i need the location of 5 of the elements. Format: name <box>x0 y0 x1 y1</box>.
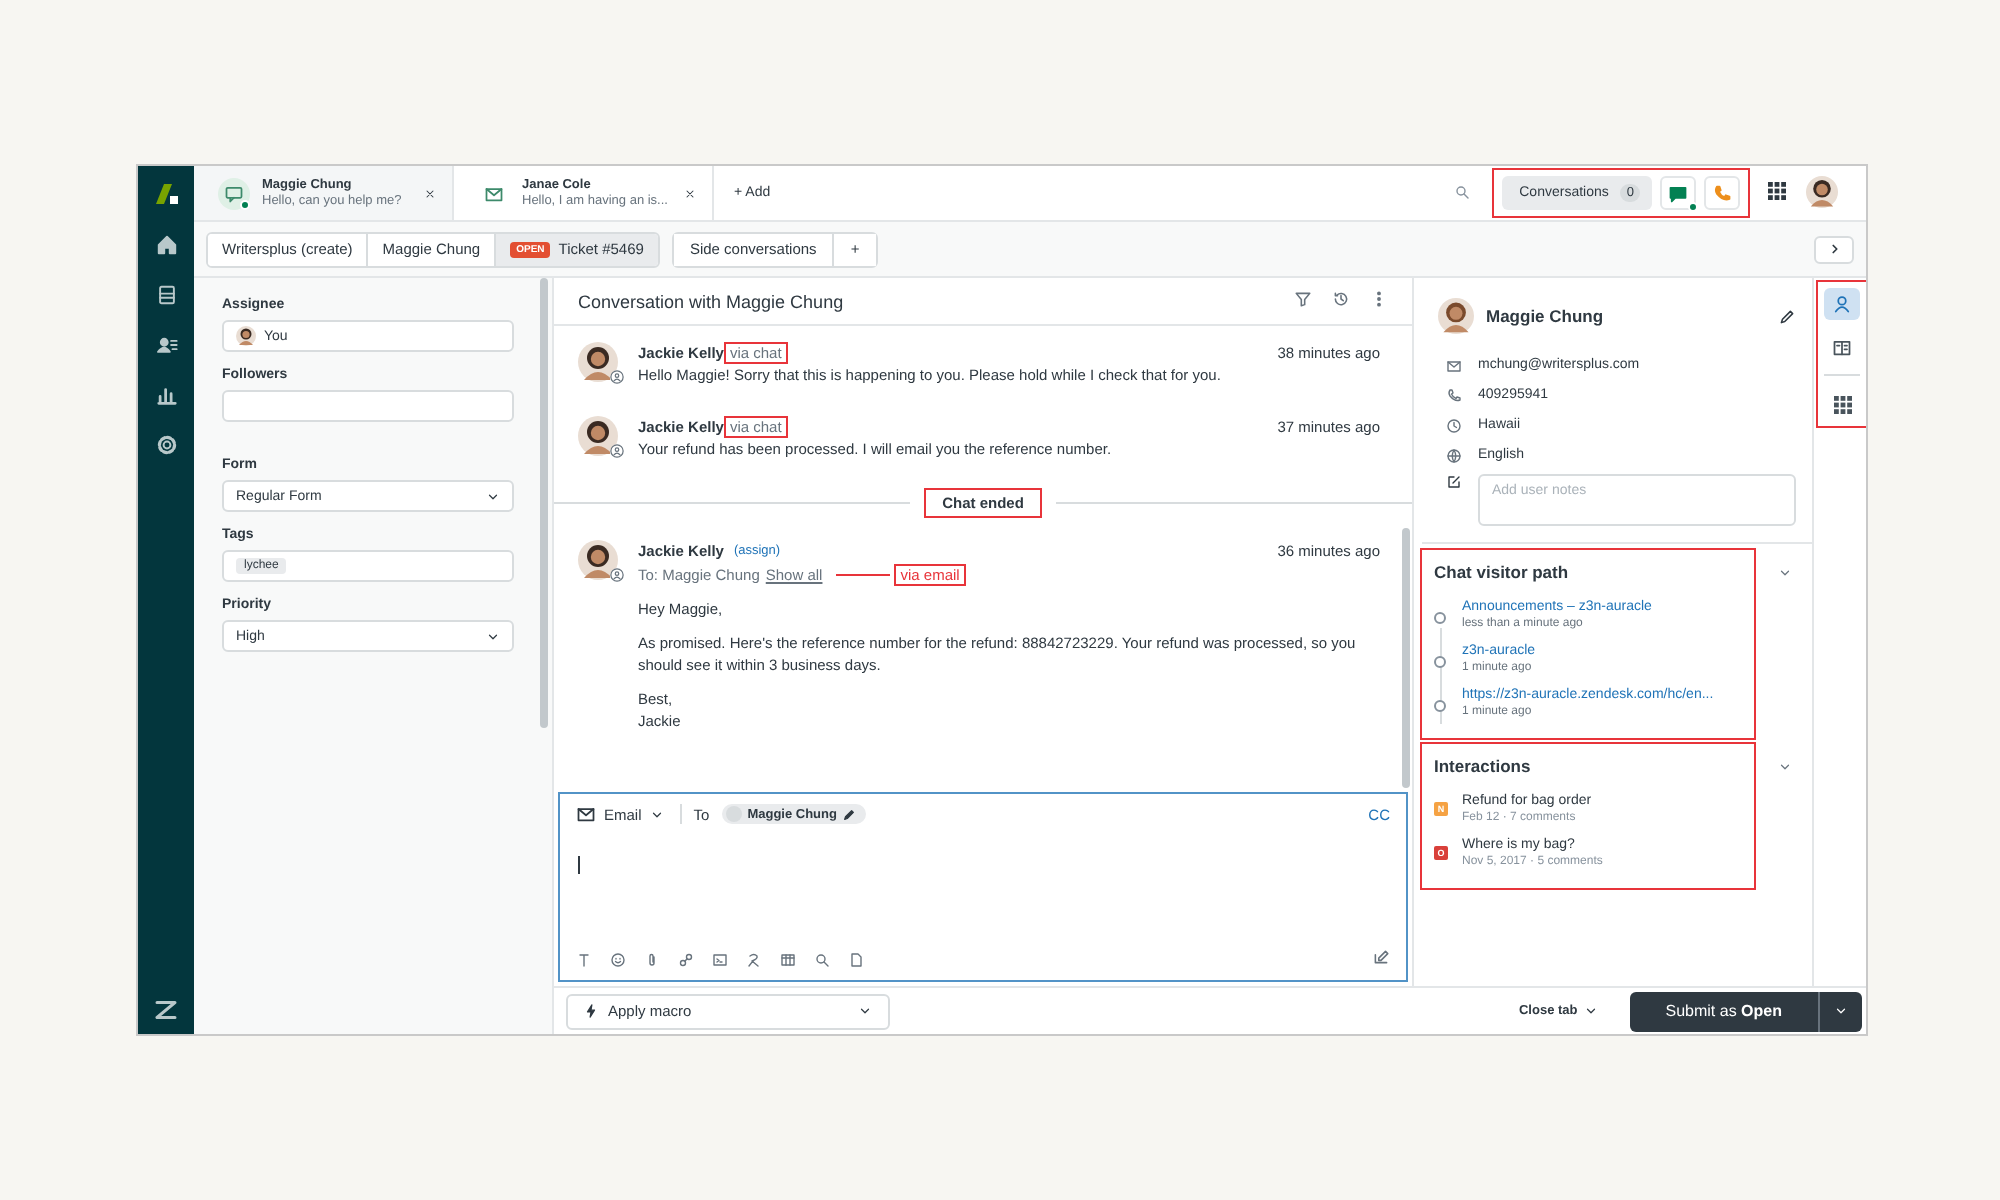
section-title: Interactions <box>1434 756 1533 776</box>
submit-button[interactable]: Submit as Open <box>1629 991 1818 1031</box>
conversation-title: Conversation with Maggie Chung <box>578 291 846 311</box>
customer-name: Maggie Chung <box>1486 306 1606 326</box>
section-title: Chat visitor path <box>1434 562 1571 582</box>
